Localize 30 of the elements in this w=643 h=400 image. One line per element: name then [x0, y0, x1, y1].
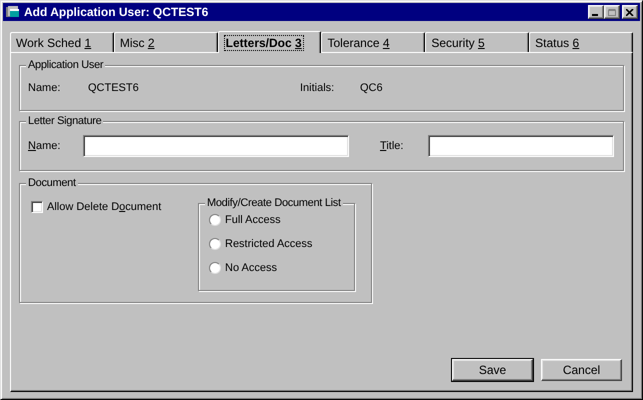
name-input[interactable]: [83, 135, 349, 157]
group-title: Application User: [26, 58, 106, 72]
radio-option[interactable]: No Access: [209, 260, 354, 276]
maximize-button[interactable]: [604, 5, 620, 19]
initials-value: QC6: [360, 80, 383, 96]
tab[interactable]: Misc 2: [114, 32, 218, 52]
group-title: Modify/Create Document List: [205, 196, 343, 210]
minimize-button[interactable]: [588, 5, 604, 19]
tab[interactable]: Status 6: [529, 32, 633, 52]
close-icon: [626, 8, 634, 16]
allow-delete-checkbox[interactable]: Allow Delete Document: [31, 199, 194, 216]
window-title: Add Application User: QCTEST6: [24, 4, 210, 21]
radio-option[interactable]: Full Access: [209, 212, 354, 228]
group-title: Letter Signature: [26, 114, 104, 128]
tab[interactable]: Tolerance 4: [321, 32, 426, 52]
save-button[interactable]: Save: [452, 359, 533, 381]
tab[interactable]: Letters/Doc 3: [218, 31, 322, 53]
name-value: QCTEST6: [88, 80, 140, 96]
tab[interactable]: Security 5: [425, 32, 530, 52]
close-button[interactable]: [622, 5, 638, 19]
title-input[interactable]: [428, 135, 614, 157]
name-label: Name:: [28, 80, 62, 96]
cancel-button[interactable]: Cancel: [541, 359, 622, 381]
app-icon: [5, 5, 21, 19]
title-label: Title:: [380, 138, 404, 154]
name-label: Name:: [28, 138, 62, 154]
tab[interactable]: Work Sched 1: [10, 32, 114, 52]
radio-option[interactable]: Restricted Access: [209, 236, 354, 252]
maximize-icon: [608, 8, 616, 16]
initials-label: Initials:: [300, 80, 336, 96]
